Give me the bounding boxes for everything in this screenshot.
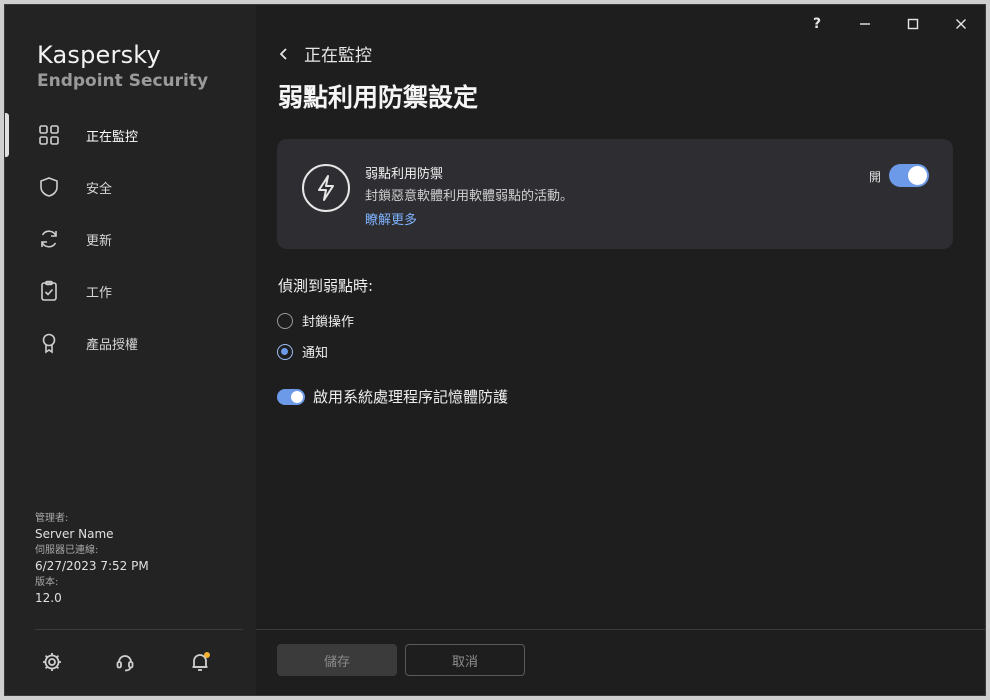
divider [256, 629, 985, 630]
memory-protection-label: 啟用系統處理程序記憶體防護 [313, 388, 509, 406]
sidebar-item-label: 工作 [86, 285, 113, 301]
radio-label: 封鎖操作 [302, 315, 355, 330]
sidebar-item-tasks[interactable]: 工作 [5, 265, 256, 317]
toggle-state-label: 開 [869, 170, 882, 184]
sidebar-nav: 正在監控 安全 更新 工作 產品授權 [5, 109, 256, 369]
sidebar-item-label: 更新 [86, 233, 113, 249]
card-description: 封鎖惡意軟體利用軟體弱點的活動。 [365, 189, 574, 204]
exploit-prevention-toggle[interactable] [889, 164, 929, 187]
cancel-button[interactable]: 取消 [405, 644, 525, 676]
sidebar-item-label: 安全 [86, 181, 113, 197]
sidebar-item-security[interactable]: 安全 [5, 161, 256, 213]
radio-notify[interactable]: 通知 [277, 342, 328, 361]
section-title: 偵測到弱點時: [278, 277, 374, 295]
back-label: 正在監控 [304, 46, 372, 66]
lightning-icon [302, 164, 350, 212]
sidebar-item-monitoring[interactable]: 正在監控 [5, 109, 256, 161]
radio-button[interactable] [277, 343, 293, 360]
memory-protection-row: 啟用系統處理程序記憶體防護 [277, 386, 508, 407]
admin-label: 管理者: [35, 513, 69, 524]
radio-block-operation[interactable]: 封鎖操作 [277, 311, 354, 330]
admin-value: Server Name [35, 527, 114, 541]
learn-more-link[interactable]: 瞭解更多 [365, 209, 417, 228]
support-icon[interactable] [112, 649, 138, 675]
save-button[interactable]: 儲存 [277, 644, 397, 676]
main-panel: 正在監控 弱點利用防禦設定 弱點利用防禦 封鎖惡意軟體利用軟體弱點的活動。 瞭解… [256, 5, 985, 695]
radio-button[interactable] [277, 312, 293, 329]
exploit-prevention-card: 弱點利用防禦 封鎖惡意軟體利用軟體弱點的活動。 瞭解更多 開 [277, 139, 953, 249]
divider [35, 629, 243, 630]
refresh-icon [41, 230, 57, 248]
page-title: 弱點利用防禦設定 [278, 83, 479, 112]
memory-protection-toggle[interactable] [277, 388, 305, 405]
grid-icon [39, 125, 59, 145]
app-window: Kaspersky Endpoint Security 正在監控 安全 更新 工… [4, 4, 986, 696]
brand-name: Kaspersky [37, 41, 161, 69]
card-title: 弱點利用防禦 [365, 167, 444, 182]
sidebar-item-license[interactable]: 產品授權 [5, 317, 256, 369]
server-value: 6/27/2023 7:52 PM [35, 559, 149, 573]
gear-icon[interactable] [39, 649, 65, 675]
chevron-left-icon [279, 47, 287, 60]
sidebar-item-label: 產品授權 [86, 337, 139, 353]
radio-label: 通知 [302, 346, 329, 361]
award-icon [42, 333, 56, 354]
server-label: 伺服器已連線: [35, 545, 99, 556]
sidebar-item-label: 正在監控 [86, 129, 139, 145]
clipboard-icon [41, 280, 57, 301]
version-label: 版本: [35, 577, 59, 588]
sidebar-footer [5, 645, 256, 685]
sidebar: Kaspersky Endpoint Security 正在監控 安全 更新 工… [5, 5, 256, 695]
shield-icon [40, 177, 58, 197]
brand-product: Endpoint Security [37, 71, 209, 91]
brand: Kaspersky Endpoint Security [37, 41, 208, 93]
version-value: 12.0 [35, 591, 62, 605]
sidebar-item-update[interactable]: 更新 [5, 213, 256, 265]
back-link[interactable]: 正在監控 [276, 41, 372, 66]
bell-icon[interactable] [187, 649, 213, 675]
connection-info: 管理者: Server Name 伺服器已連線: 6/27/2023 7:52 … [35, 512, 149, 608]
